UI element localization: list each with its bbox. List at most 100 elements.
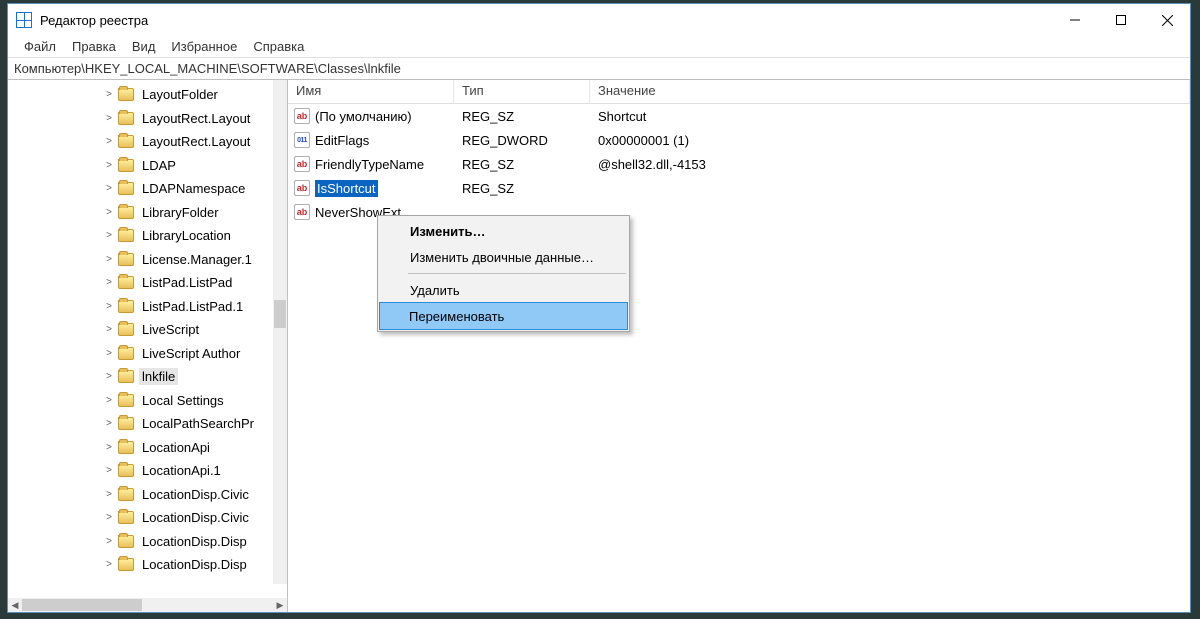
tree-item-label: ListPad.ListPad [139, 274, 235, 291]
tree-item[interactable]: >Local Settings [8, 389, 273, 413]
tree-vertical-scrollbar[interactable] [273, 80, 287, 584]
menu-favorites[interactable]: Избранное [163, 37, 245, 56]
string-value-icon: ab [294, 156, 310, 172]
tree-item[interactable]: > LayoutRect.Layout [8, 130, 273, 154]
scroll-left-arrow[interactable]: ◀ [8, 600, 22, 611]
tree-item[interactable]: >LayoutRect.Layout [8, 107, 273, 131]
expand-chevron-icon[interactable]: > [104, 418, 114, 429]
tree-item[interactable]: > ListPad.ListPad [8, 271, 273, 295]
tree-item-label: LayoutRect.Layout [139, 133, 253, 150]
string-value-icon: ab [294, 108, 310, 124]
expand-chevron-icon[interactable]: > [104, 442, 114, 453]
expand-chevron-icon[interactable]: > [104, 301, 114, 312]
folder-icon [118, 253, 134, 266]
expand-chevron-icon[interactable]: > [104, 371, 114, 382]
folder-icon [118, 300, 134, 313]
values-list[interactable]: ab(По умолчанию)REG_SZShortcut011EditFla… [288, 104, 1190, 224]
folder-icon [118, 88, 134, 101]
tree-item[interactable]: > LibraryLocation [8, 224, 273, 248]
tree-item[interactable]: >LiveScript [8, 318, 273, 342]
tree-horizontal-scrollbar[interactable]: ◀ ▶ [8, 598, 287, 612]
expand-chevron-icon[interactable]: > [104, 395, 114, 406]
column-name[interactable]: Имя [288, 80, 454, 103]
folder-icon [118, 182, 134, 195]
menu-help[interactable]: Справка [245, 37, 312, 56]
value-row[interactable]: 011EditFlagsREG_DWORD0x00000001 (1) [288, 128, 1190, 152]
tree-item[interactable]: >LibraryFolder [8, 201, 273, 225]
tree-item[interactable]: >LocationDisp.Disp [8, 553, 273, 577]
scroll-right-arrow[interactable]: ▶ [273, 600, 287, 611]
folder-icon [118, 394, 134, 407]
expand-chevron-icon[interactable]: > [104, 324, 114, 335]
tree-item[interactable]: > LDAP [8, 154, 273, 178]
tree-item[interactable]: >LocationDisp.Disp [8, 530, 273, 554]
expand-chevron-icon[interactable]: > [104, 207, 114, 218]
value-row[interactable]: abFriendlyTypeNameREG_SZ@shell32.dll,-41… [288, 152, 1190, 176]
expand-chevron-icon[interactable]: > [104, 136, 114, 147]
tree-item[interactable]: > License.Manager.1 [8, 248, 273, 272]
values-header[interactable]: Имя Тип Значение [288, 80, 1190, 104]
tree-list[interactable]: >LayoutFolder>LayoutRect.Layout>LayoutRe… [8, 80, 273, 577]
menu-edit[interactable]: Правка [64, 37, 124, 56]
folder-icon [118, 112, 134, 125]
expand-chevron-icon[interactable]: > [104, 230, 114, 241]
tree-item-label: LDAPNamespace [139, 180, 248, 197]
maximize-button[interactable] [1098, 4, 1144, 36]
folder-icon [118, 206, 134, 219]
value-row[interactable]: abIsShortcutREG_SZ [288, 176, 1190, 200]
menu-modify[interactable]: Изменить… [380, 218, 627, 244]
tree-item[interactable]: >ListPad.ListPad.1 [8, 295, 273, 319]
expand-chevron-icon[interactable]: > [104, 536, 114, 547]
tree-item[interactable]: >LocationApi.1 [8, 459, 273, 483]
expand-chevron-icon[interactable]: > [104, 348, 114, 359]
value-name: (По умолчанию) [315, 109, 412, 124]
tree-item-label: LocationApi [139, 439, 213, 456]
tree-item-label: License.Manager.1 [139, 251, 255, 268]
tree-item[interactable]: >LocationDisp.Civic [8, 506, 273, 530]
column-type[interactable]: Тип [454, 80, 590, 103]
registry-editor-window: Редактор реестра Файл Правка Вид Избранн… [7, 3, 1191, 613]
value-name: FriendlyTypeName [315, 157, 424, 172]
expand-chevron-icon[interactable]: > [104, 254, 114, 265]
tree-item[interactable]: >lnkfile [8, 365, 273, 389]
expand-chevron-icon[interactable]: > [104, 113, 114, 124]
tree-item-label: LDAP [139, 157, 179, 174]
tree-item-label: LibraryLocation [139, 227, 234, 244]
expand-chevron-icon[interactable]: > [104, 160, 114, 171]
expand-chevron-icon[interactable]: > [104, 489, 114, 500]
tree-item[interactable]: >LocationDisp.Civic [8, 483, 273, 507]
tree-item[interactable]: > LocationApi [8, 436, 273, 460]
minimize-button[interactable] [1052, 4, 1098, 36]
tree-item[interactable]: >LayoutFolder [8, 83, 273, 107]
folder-icon [118, 535, 134, 548]
menu-view[interactable]: Вид [124, 37, 164, 56]
context-menu: Изменить… Изменить двоичные данные… Удал… [377, 215, 630, 332]
folder-icon [118, 159, 134, 172]
address-bar[interactable]: Компьютер\HKEY_LOCAL_MACHINE\SOFTWARE\Cl… [8, 58, 1190, 80]
titlebar[interactable]: Редактор реестра [8, 4, 1190, 36]
scrollbar-thumb[interactable] [274, 300, 286, 328]
folder-icon [118, 323, 134, 336]
tree-item[interactable]: >LocalPathSearchPr [8, 412, 273, 436]
tree-item[interactable]: > LDAPNamespace [8, 177, 273, 201]
tree-item[interactable]: >LiveScript Author [8, 342, 273, 366]
value-data: Shortcut [590, 109, 1190, 124]
menu-file[interactable]: Файл [16, 37, 64, 56]
expand-chevron-icon[interactable]: > [104, 559, 114, 570]
menu-delete[interactable]: Удалить [380, 277, 627, 303]
value-row[interactable]: ab(По умолчанию)REG_SZShortcut [288, 104, 1190, 128]
column-value[interactable]: Значение [590, 80, 1190, 103]
menu-rename[interactable]: Переименовать [379, 302, 628, 330]
expand-chevron-icon[interactable]: > [104, 183, 114, 194]
value-data: @shell32.dll,-4153 [590, 157, 1190, 172]
close-icon [1162, 15, 1173, 26]
expand-chevron-icon[interactable]: > [104, 465, 114, 476]
scrollbar-thumb[interactable] [22, 599, 142, 611]
menu-modify-binary[interactable]: Изменить двоичные данные… [380, 244, 627, 270]
expand-chevron-icon[interactable]: > [104, 277, 114, 288]
close-button[interactable] [1144, 4, 1190, 36]
expand-chevron-icon[interactable]: > [104, 512, 114, 523]
expand-chevron-icon[interactable]: > [104, 89, 114, 100]
content-area: >LayoutFolder>LayoutRect.Layout>LayoutRe… [8, 80, 1190, 612]
folder-icon [118, 276, 134, 289]
